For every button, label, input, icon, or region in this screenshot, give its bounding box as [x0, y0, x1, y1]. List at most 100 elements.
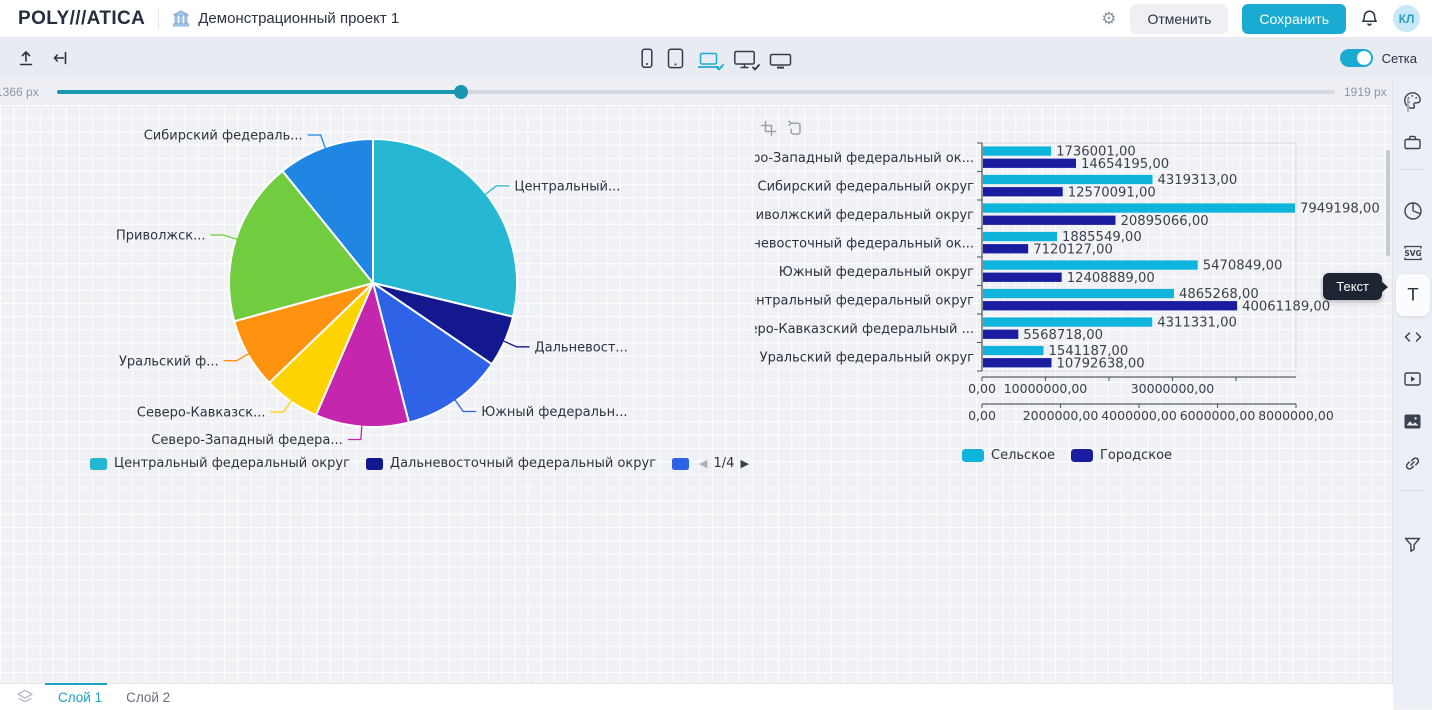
text-icon: T [1404, 286, 1422, 305]
bar-legend-item[interactable]: Сельское [962, 448, 1055, 463]
device-desktop-icon[interactable] [733, 50, 756, 69]
sidebar-item-link[interactable] [1396, 442, 1430, 484]
pie-chart-icon [1403, 201, 1423, 221]
axis-tick-label: 4000000,00 [1101, 408, 1177, 423]
legend-swatch [962, 449, 984, 462]
bar-category-label: Северо-Кавказский федеральный ... [755, 322, 974, 337]
bar-value-label: 14654195,00 [1081, 157, 1169, 172]
bar-category-label: Приволжский федеральный округ [755, 208, 974, 223]
pie-legend-item-truncated[interactable] [672, 458, 689, 470]
bar-rural[interactable] [983, 346, 1044, 355]
bar-rural[interactable] [983, 146, 1051, 155]
device-laptop-icon[interactable] [697, 52, 720, 69]
legend-swatch [1071, 449, 1093, 462]
palette-icon [1403, 91, 1422, 110]
layers-icon[interactable] [16, 689, 34, 706]
bar-urban[interactable] [983, 159, 1076, 168]
device-phone-icon[interactable] [640, 48, 654, 69]
svg-text:T: T [1406, 286, 1418, 305]
bar-urban[interactable] [983, 358, 1052, 367]
sidebar-item-filter[interactable] [1396, 523, 1430, 565]
sidebar-item-svg[interactable]: SVG [1396, 232, 1430, 274]
bar-rural[interactable] [983, 175, 1153, 184]
crop-icon[interactable] [760, 120, 777, 137]
gear-icon[interactable]: ⚙ [1101, 10, 1116, 27]
axis-tick-label: 10000000,00 [1004, 381, 1088, 396]
pie-label: Сибирский федераль... [144, 129, 303, 144]
pie-label: Северо-Кавказск... [137, 406, 266, 421]
save-button[interactable]: Сохранить [1242, 4, 1346, 34]
bar-urban[interactable] [983, 330, 1018, 339]
sidebar-item-text[interactable]: T [1396, 274, 1430, 316]
pie-legend: Центральный федеральный округ Дальневосто… [90, 456, 749, 471]
canvas-scrollbar[interactable] [1386, 150, 1390, 256]
bar-urban[interactable] [983, 273, 1062, 282]
bar-rural[interactable] [983, 260, 1198, 269]
rotate-icon[interactable] [786, 120, 803, 137]
pie-label: Приволжск... [116, 229, 206, 244]
cancel-button[interactable]: Отменить [1130, 4, 1228, 34]
legend-label: Сельское [991, 448, 1055, 463]
sidebar-item-palette[interactable] [1396, 79, 1430, 121]
widget-sidebar: SVG T [1392, 79, 1432, 709]
sidebar-item-archive[interactable] [1396, 121, 1430, 163]
sidebar-item-image[interactable] [1396, 400, 1430, 442]
bar-legend-item[interactable]: Городское [1071, 448, 1172, 463]
pie-label-line [308, 135, 326, 149]
axis-tick-label: 6000000,00 [1180, 408, 1256, 423]
indent-left-icon[interactable] [51, 49, 69, 67]
pie-legend-item[interactable]: Дальневосточный федеральный округ [366, 456, 656, 471]
bar-urban[interactable] [983, 187, 1063, 196]
pie-label: Центральный... [514, 179, 620, 194]
axis-tick-label: 2000000,00 [1023, 408, 1099, 423]
bar-category-label: Центральный федеральный округ [755, 293, 974, 308]
bar-rural[interactable] [983, 317, 1152, 326]
bar-urban[interactable] [983, 244, 1028, 253]
tab-layer-1[interactable]: Слой 1 [58, 690, 102, 705]
pie-legend-item[interactable]: Центральный федеральный округ [90, 456, 350, 471]
bar-rural[interactable] [983, 232, 1057, 241]
pie-label: Южный федеральн... [481, 405, 627, 420]
bar-category-label: Южный федеральный округ [779, 265, 974, 280]
link-icon [1403, 454, 1422, 473]
pie-label-line [503, 341, 529, 347]
upload-icon[interactable] [17, 49, 35, 67]
bar-value-label: 4311331,00 [1157, 316, 1237, 331]
editor-toolbar: Сетка [0, 37, 1432, 79]
text-tool-tooltip: Текст [1323, 273, 1382, 300]
sidebar-item-video[interactable] [1396, 358, 1430, 400]
tab-layer-2[interactable]: Слой 2 [126, 690, 170, 705]
bar-rural[interactable] [983, 289, 1174, 298]
pie-label-line [485, 186, 509, 195]
pie-label-line [271, 400, 292, 412]
bar-value-label: 12408889,00 [1067, 271, 1155, 286]
legend-swatch [672, 458, 689, 470]
pie-label-line [455, 400, 476, 412]
sidebar-divider [1400, 490, 1426, 491]
bar-urban[interactable] [983, 216, 1116, 225]
bar-urban[interactable] [983, 301, 1237, 310]
dashboard-canvas[interactable]: Центральный...Дальневост...Южный федерал… [0, 105, 1393, 683]
chevron-left-icon[interactable]: ◀ [699, 457, 707, 470]
pie-label-line [211, 235, 238, 239]
avatar[interactable]: КЛ [1393, 5, 1420, 32]
bell-icon[interactable] [1360, 9, 1379, 28]
grid-toggle-label: Сетка [1382, 51, 1417, 66]
legend-label: Дальневосточный федеральный округ [390, 456, 656, 471]
pie-chart: Центральный...Дальневост...Южный федерал… [60, 112, 710, 457]
image-icon [1403, 413, 1422, 430]
sidebar-item-pie-chart[interactable] [1396, 190, 1430, 232]
axis-tick-label: 0,00 [968, 408, 996, 423]
width-slider-thumb[interactable] [454, 85, 468, 99]
sidebar-item-code[interactable] [1396, 316, 1430, 358]
bar-rural[interactable] [983, 203, 1295, 212]
grid-toggle[interactable] [1340, 49, 1373, 67]
bar-value-label: 10792638,00 [1057, 356, 1145, 371]
bar-category-label: Северо-Западный федеральный ок... [755, 151, 974, 166]
chevron-right-icon[interactable]: ▶ [740, 457, 748, 470]
width-slider[interactable] [57, 90, 1335, 94]
device-tablet-icon[interactable] [667, 48, 684, 69]
bank-building-icon [172, 10, 190, 27]
device-tv-icon[interactable] [769, 53, 792, 69]
sidebar-scrollbar[interactable] [1407, 98, 1409, 112]
